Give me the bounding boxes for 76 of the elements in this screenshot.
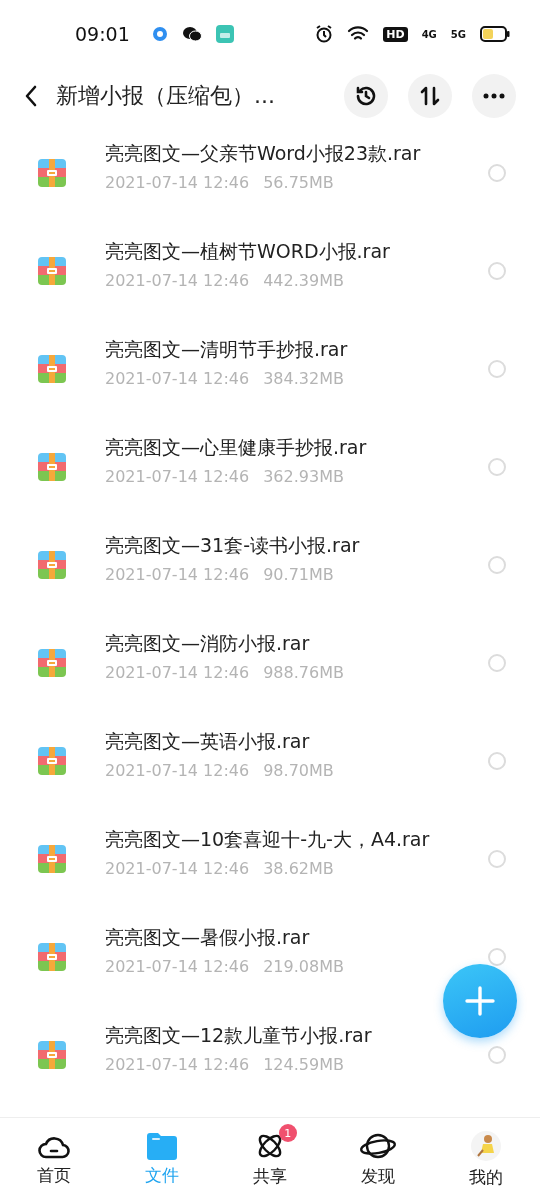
file-size: 362.93MB	[263, 466, 344, 486]
select-radio[interactable]	[488, 850, 506, 868]
archive-file-icon	[38, 845, 66, 873]
file-size: 988.76MB	[263, 662, 344, 682]
file-name: 亮亮图文—10套喜迎十-九-大，A4.rar	[105, 826, 431, 852]
select-radio[interactable]	[488, 458, 506, 476]
archive-file-icon	[38, 257, 66, 285]
sort-button[interactable]	[408, 74, 452, 118]
select-radio[interactable]	[488, 360, 506, 378]
more-icon	[483, 93, 505, 99]
archive-file-icon	[38, 551, 66, 579]
file-name: 亮亮图文—31套-读书小报.rar	[105, 532, 361, 558]
file-name: 亮亮图文—清明节手抄报.rar	[105, 336, 349, 362]
file-date: 2021-07-14 12:46	[105, 368, 250, 388]
folder-title: 新增小报（压缩包）...	[56, 82, 275, 110]
app-icon	[151, 26, 168, 42]
nav-tab[interactable]: 我的	[432, 1118, 540, 1200]
select-radio[interactable]	[488, 1046, 506, 1064]
file-size: 124.59MB	[263, 1054, 344, 1074]
select-radio[interactable]	[488, 556, 506, 574]
archive-file-icon	[38, 649, 66, 677]
archive-file-icon	[38, 355, 66, 383]
file-size: 219.08MB	[263, 956, 344, 976]
file-date: 2021-07-14 12:46	[105, 956, 250, 976]
wifi-icon	[347, 26, 370, 42]
network-label: 4G	[421, 28, 437, 40]
more-button[interactable]	[472, 74, 516, 118]
file-size: 384.32MB	[263, 368, 344, 388]
file-name: 亮亮图文—心里健康手抄报.rar	[105, 434, 368, 460]
file-date: 2021-07-14 12:46	[105, 270, 250, 290]
archive-file-icon	[38, 747, 66, 775]
archive-file-icon	[38, 159, 66, 187]
file-size: 442.39MB	[263, 270, 344, 290]
file-name: 亮亮图文—英语小报.rar	[105, 728, 311, 754]
folder-icon	[147, 1131, 177, 1160]
file-date: 2021-07-14 12:46	[105, 858, 250, 878]
archive-file-icon	[38, 453, 66, 481]
notification-badge: 1	[278, 1124, 297, 1142]
alarm-icon	[315, 25, 334, 43]
history-button[interactable]	[344, 74, 388, 118]
select-radio[interactable]	[488, 164, 506, 182]
file-date: 2021-07-14 12:46	[105, 662, 250, 682]
file-name: 亮亮图文—植树节WORD小报.rar	[105, 238, 391, 264]
app-icon	[215, 25, 234, 43]
select-radio[interactable]	[488, 752, 506, 770]
plus-icon	[465, 986, 495, 1016]
file-size: 56.75MB	[263, 172, 334, 192]
network-label: 5G	[450, 28, 466, 40]
file-date: 2021-07-14 12:46	[105, 466, 250, 486]
file-date: 2021-07-14 12:46	[105, 564, 250, 584]
select-radio[interactable]	[488, 654, 506, 672]
file-size: 38.62MB	[263, 858, 334, 878]
archive-file-icon	[38, 943, 66, 971]
archive-file-icon	[38, 1041, 66, 1069]
hd-indicator: HD	[383, 26, 408, 42]
chat-icon	[181, 26, 202, 42]
file-date: 2021-07-14 12:46	[105, 760, 250, 780]
history-icon	[354, 84, 378, 108]
back-icon[interactable]	[24, 84, 38, 108]
nav-tab[interactable]: 发现	[324, 1118, 432, 1200]
battery-icon	[480, 26, 510, 42]
file-size: 98.70MB	[263, 760, 334, 780]
nav-tab[interactable]: 共享 1	[216, 1118, 324, 1200]
file-date: 2021-07-14 12:46	[105, 1054, 250, 1074]
file-name: 亮亮图文—暑假小报.rar	[105, 924, 311, 950]
file-date: 2021-07-14 12:46	[105, 172, 250, 192]
file-name: 亮亮图文—父亲节Word小报23款.rar	[105, 140, 422, 166]
status-time: 09:01	[75, 23, 130, 45]
add-button[interactable]	[443, 964, 517, 1038]
file-size: 90.71MB	[263, 564, 334, 584]
sort-icon	[419, 85, 441, 107]
avatar-icon	[470, 1129, 502, 1162]
select-radio[interactable]	[488, 262, 506, 280]
file-name: 亮亮图文—12款儿童节小报.rar	[105, 1022, 373, 1048]
file-name: 亮亮图文—消防小报.rar	[105, 630, 311, 656]
nav-tab[interactable]: 首页	[0, 1118, 108, 1200]
